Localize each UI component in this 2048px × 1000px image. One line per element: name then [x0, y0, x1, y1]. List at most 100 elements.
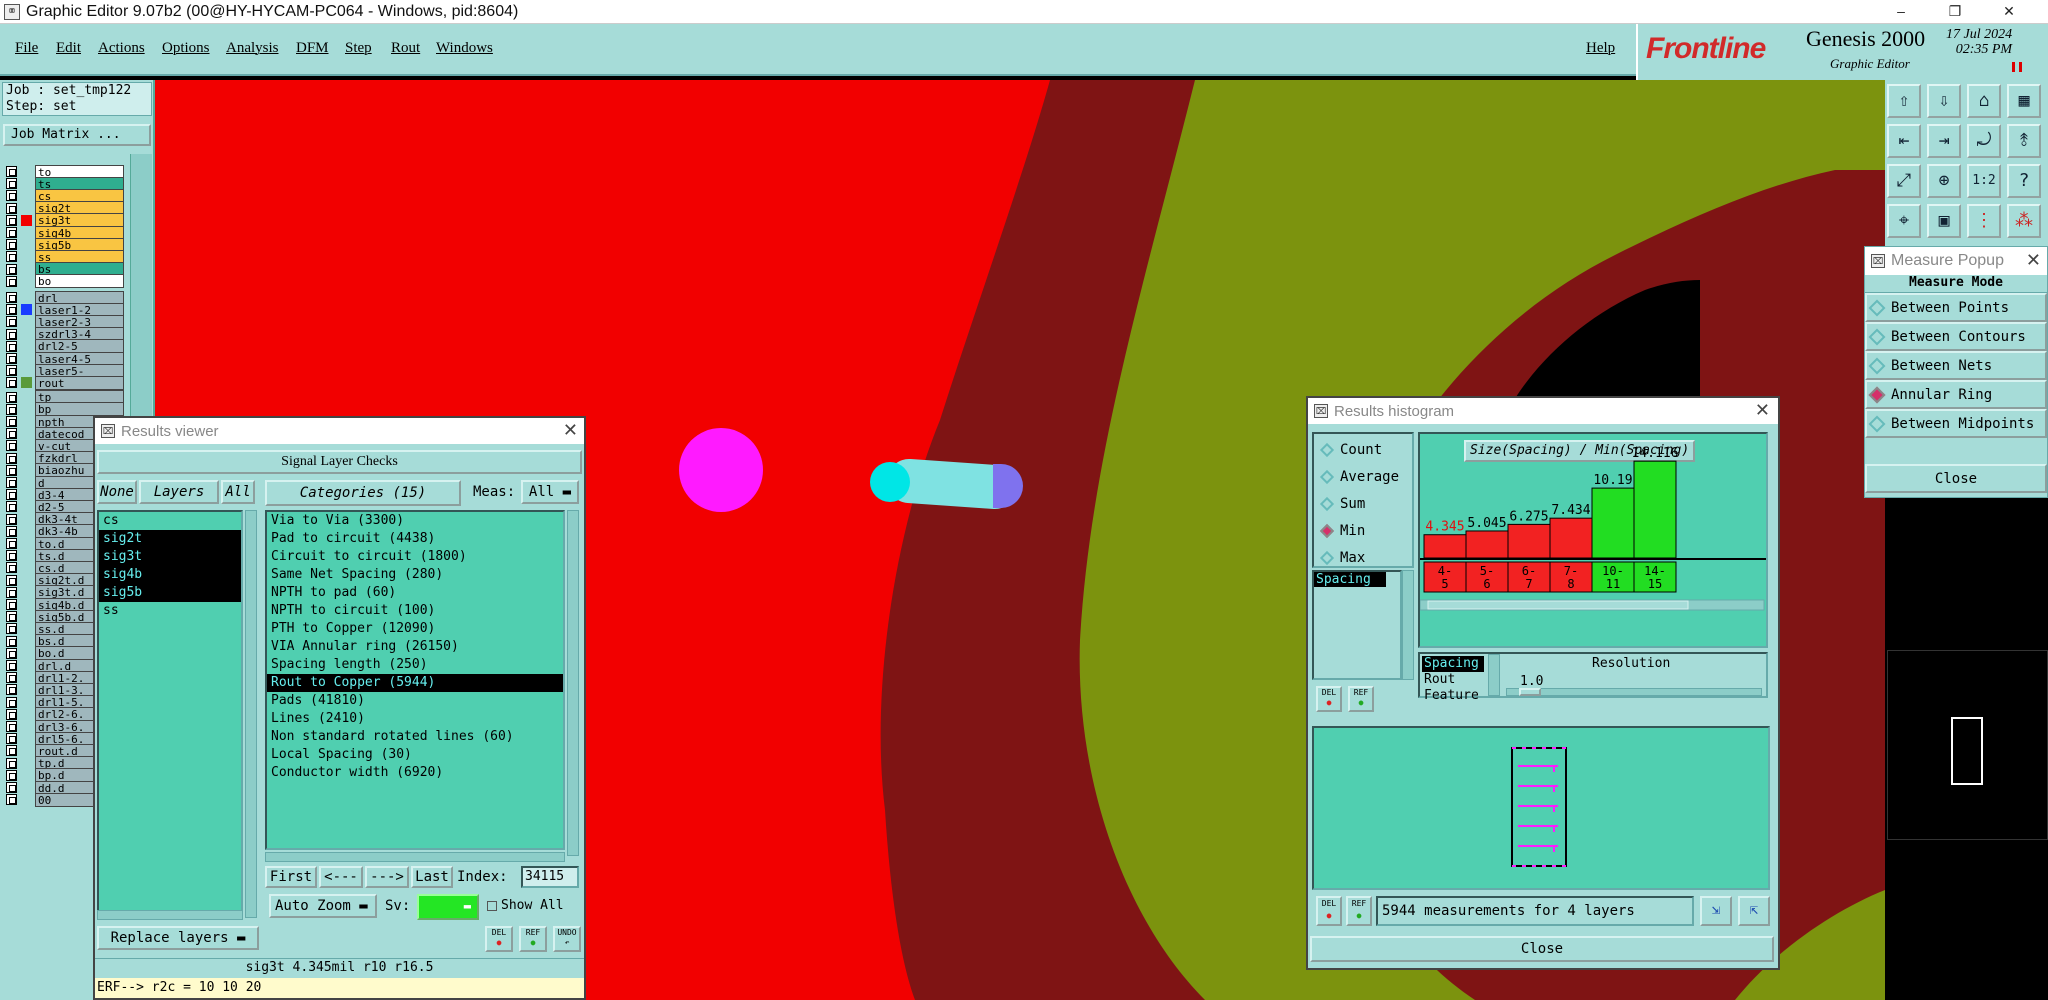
category-item[interactable]: Pad to circuit (4438) [267, 530, 563, 548]
measure-option[interactable]: Annular Ring [1865, 380, 2047, 409]
category-scrollbar[interactable] [567, 510, 579, 856]
fit-icon[interactable]: ⤢ [1887, 164, 1921, 198]
category-item[interactable]: Same Net Spacing (280) [267, 566, 563, 584]
job-matrix-button[interactable]: Job Matrix ... [3, 124, 151, 146]
type-feature[interactable]: Feature [1422, 688, 1484, 704]
del-button[interactable]: DEL ● [485, 926, 513, 952]
histogram-bar[interactable] [1465, 530, 1509, 559]
layer-list-item[interactable]: sig2t [99, 530, 241, 548]
category-hscroll[interactable] [265, 852, 565, 862]
layer-row[interactable]: rout [6, 375, 124, 390]
center-icon[interactable]: ⊕ [1927, 164, 1961, 198]
chart-hscroll-thumb[interactable] [1427, 600, 1689, 610]
menu-options[interactable]: Options [162, 40, 210, 57]
stat-option[interactable]: Max [1319, 546, 1365, 570]
layer-name[interactable]: bo [35, 274, 124, 289]
preview-ref-button[interactable]: REF ● [1346, 896, 1372, 926]
layer-list-item[interactable]: sig5b [99, 584, 241, 602]
layer-list-scrollbar[interactable] [245, 510, 257, 918]
type-scrollbar[interactable] [1402, 570, 1414, 680]
menu-step[interactable]: Step [345, 40, 372, 57]
category-item[interactable]: PTH to Copper (12090) [267, 620, 563, 638]
replace-layers-select[interactable]: Replace layers ▬ [97, 926, 259, 950]
category-item[interactable]: Local Spacing (30) [267, 746, 563, 764]
all-button[interactable]: All [221, 480, 255, 504]
menu-windows[interactable]: Windows [436, 40, 493, 57]
grid-icon[interactable]: ▦ [2007, 84, 2041, 118]
layer-listbox[interactable]: cs sig2t sig3t sig4b sig5b ss [97, 510, 243, 918]
resolution-slider[interactable] [1506, 688, 1762, 696]
zoom-out-icon[interactable]: ⇥ [1927, 124, 1961, 158]
histogram-bar[interactable] [1633, 460, 1677, 559]
first-button[interactable]: First [265, 866, 317, 888]
zoom-in-icon[interactable]: ⇤ [1887, 124, 1921, 158]
stat-option[interactable]: Count [1319, 438, 1382, 462]
category-item[interactable]: Lines (2410) [267, 710, 563, 728]
measure-option[interactable]: Between Contours [1865, 322, 2047, 351]
stat-option[interactable]: Min [1319, 519, 1365, 543]
close-icon[interactable]: ✕ [1755, 400, 1770, 421]
category-item[interactable]: Via to Via (3300) [267, 512, 563, 530]
menu-dfm[interactable]: DFM [296, 40, 329, 57]
preview-del-button[interactable]: DEL ● [1316, 896, 1342, 926]
radio-diamond-icon[interactable] [1868, 415, 1886, 432]
layer-list-item[interactable]: sig3t [99, 548, 241, 566]
menu-rout[interactable]: Rout [391, 40, 420, 57]
restore-button[interactable]: ❐ [1932, 0, 1978, 24]
snap-icon[interactable]: ⥉ [2007, 124, 2041, 158]
radio-diamond-icon[interactable] [1319, 469, 1335, 485]
menu-file[interactable]: File [15, 40, 38, 57]
layer-checkbox[interactable] [6, 794, 17, 806]
category-item[interactable]: VIA Annular ring (26150) [267, 638, 563, 656]
minimap-viewport[interactable] [1951, 717, 1983, 785]
menu-analysis[interactable]: Analysis [226, 40, 279, 57]
radio-diamond-icon[interactable] [1868, 357, 1886, 374]
drill-icon[interactable]: ⁂ [2007, 204, 2041, 238]
layer-list-item[interactable]: ss [99, 602, 241, 620]
open-icon[interactable]: ⇧ [1887, 84, 1921, 118]
radio-diamond-icon[interactable] [1868, 299, 1886, 316]
layer-checkbox[interactable] [6, 275, 17, 287]
none-button[interactable]: None [97, 480, 137, 504]
scale-icon[interactable]: 1:2 [1967, 164, 2001, 198]
radio-diamond-icon[interactable] [1319, 523, 1335, 539]
undo-button[interactable]: UNDO ↶ [553, 926, 581, 952]
section-title[interactable]: Signal Layer Checks [97, 450, 582, 474]
home-icon[interactable]: ⌂ [1967, 84, 2001, 118]
category-item[interactable]: NPTH to pad (60) [267, 584, 563, 602]
layer-list-item[interactable]: cs [99, 512, 241, 530]
hist-ref-button[interactable]: REF ● [1348, 686, 1374, 712]
radio-diamond-icon[interactable] [1319, 442, 1335, 458]
minimap[interactable] [1887, 650, 2048, 840]
type-spacing[interactable]: Spacing [1422, 656, 1484, 672]
category-item[interactable]: Conductor width (6920) [267, 764, 563, 782]
radio-diamond-icon[interactable] [1868, 328, 1886, 345]
radio-diamond-icon[interactable] [1319, 550, 1335, 566]
measure-icon[interactable]: ⌖ [1887, 204, 1921, 238]
index-input[interactable]: 34115 [521, 866, 579, 888]
hist-del-button[interactable]: DEL ● [1316, 686, 1342, 712]
menu-actions[interactable]: Actions [98, 40, 145, 57]
measure-type-list[interactable]: Spacing [1312, 570, 1402, 680]
measure-option[interactable]: Between Nets [1865, 351, 2047, 380]
export-icon[interactable]: ⇲ [1700, 896, 1732, 926]
measure-option[interactable]: Between Points [1865, 293, 2047, 322]
category-item[interactable]: Non standard rotated lines (60) [267, 728, 563, 746]
minimize-button[interactable]: – [1878, 0, 1924, 24]
resolution-slider-thumb[interactable] [1519, 688, 1541, 696]
close-window-button[interactable]: ✕ [1986, 0, 2032, 24]
close-icon[interactable]: ✕ [2026, 250, 2041, 271]
measure-close-button[interactable]: Close [1865, 464, 2047, 493]
category-item[interactable]: Circuit to circuit (1800) [267, 548, 563, 566]
prev-button[interactable]: <--- [319, 866, 363, 888]
meas-select[interactable]: All ▬ [521, 480, 579, 504]
measure-option[interactable]: Between Midpoints [1865, 409, 2047, 438]
save-icon[interactable]: ⇩ [1927, 84, 1961, 118]
type-list[interactable]: Spacing Rout Feature [1422, 656, 1484, 704]
ref-button[interactable]: REF ● [519, 926, 547, 952]
histogram-close-button[interactable]: Close [1310, 936, 1774, 962]
radio-diamond-icon[interactable] [1868, 386, 1886, 403]
stat-option[interactable]: Average [1319, 465, 1399, 489]
histogram-bar[interactable] [1423, 534, 1467, 559]
show-all-toggle[interactable]: Show All [487, 898, 564, 913]
